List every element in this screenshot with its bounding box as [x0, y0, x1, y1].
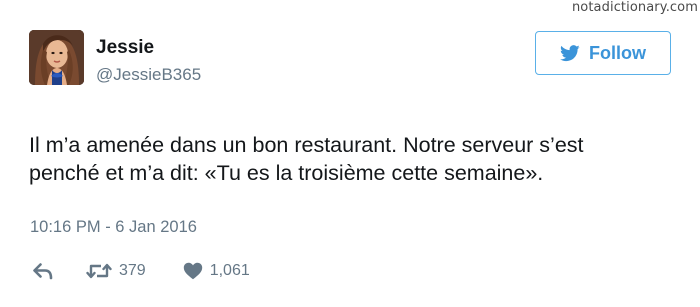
retweet-icon	[86, 263, 112, 279]
follow-button-label: Follow	[589, 42, 646, 63]
like-button[interactable]: 1,061	[183, 262, 250, 280]
user-handle[interactable]: @JessieB365	[96, 65, 201, 85]
reply-icon	[33, 262, 53, 279]
user-names: Jessie @JessieB365	[96, 37, 201, 85]
heart-icon	[183, 262, 202, 280]
tweet-header: Jessie @JessieB365 Follow	[29, 30, 672, 90]
retweet-count: 379	[119, 262, 146, 279]
tweet-actions: 379 1,061	[33, 260, 250, 282]
like-count: 1,061	[209, 262, 250, 279]
tweet-text-line-1: Il m’a amenée dans un bon restaurant. No…	[29, 133, 584, 157]
tweet-text-line-2: penché et m’a dit: «Tu es la troisième c…	[29, 161, 544, 185]
display-name[interactable]: Jessie	[96, 37, 201, 59]
follow-button[interactable]: Follow	[535, 31, 671, 75]
tweet-timestamp[interactable]: 10:16 PM - 6 Jan 2016	[30, 218, 197, 237]
avatar[interactable]	[29, 30, 84, 85]
twitter-bird-icon	[560, 44, 580, 61]
tweet-text: Il m’a amenée dans un bon restaurant. No…	[29, 131, 679, 187]
avatar-photo	[29, 30, 84, 85]
tweet-card: Jessie @JessieB365 Follow Il m’a amenée …	[0, 0, 700, 307]
reply-button[interactable]	[33, 262, 55, 280]
retweet-button[interactable]: 379	[86, 262, 146, 280]
